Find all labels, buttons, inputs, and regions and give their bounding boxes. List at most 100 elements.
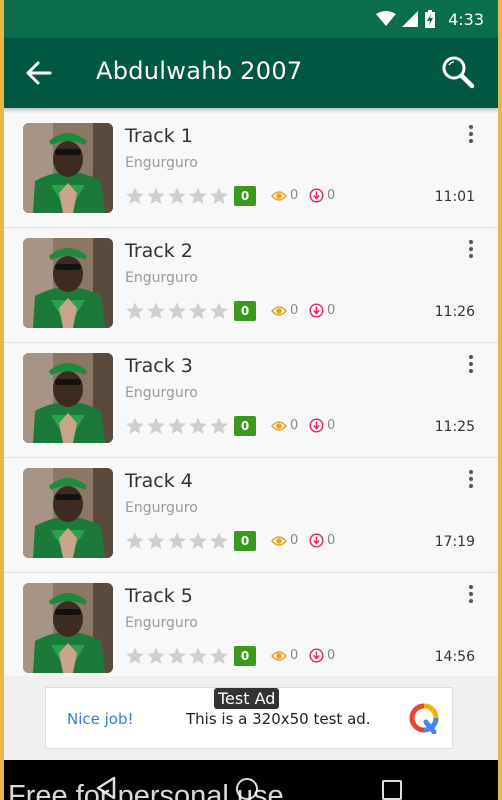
star-icon[interactable] (125, 186, 145, 206)
star-icon[interactable] (209, 416, 229, 436)
album-art (23, 353, 113, 443)
track-row[interactable]: Track 1 Engurguro 0 0 0 11:01 (4, 113, 498, 228)
star-icon[interactable] (146, 186, 166, 206)
star-rating[interactable] (125, 186, 229, 206)
star-icon[interactable] (146, 531, 166, 551)
status-bar: 4:33 (4, 0, 498, 38)
track-duration: 17:19 (434, 534, 475, 550)
nav-recents-icon[interactable] (382, 780, 402, 800)
track-list: Track 1 Engurguro 0 0 0 11:01 Track 2 En… (4, 113, 498, 688)
ad-tag: Test Ad (214, 688, 280, 709)
dot (469, 254, 473, 258)
ad-headline[interactable]: Nice job! (67, 710, 134, 728)
star-icon[interactable] (209, 301, 229, 321)
dot (469, 599, 473, 603)
dot (469, 132, 473, 136)
dot (469, 139, 473, 143)
views-count: 0 (271, 188, 298, 203)
track-row[interactable]: Track 4 Engurguro 0 0 0 17:19 (4, 458, 498, 573)
track-row[interactable]: Track 5 Engurguro 0 0 0 14:56 (4, 573, 498, 688)
rating-badge: 0 (234, 301, 256, 321)
download-icon (309, 648, 324, 663)
views-value: 0 (290, 188, 299, 203)
downloads-value: 0 (327, 648, 336, 663)
star-icon[interactable] (188, 531, 208, 551)
rating-badge: 0 (234, 646, 256, 666)
rating-badge: 0 (234, 531, 256, 551)
star-icon[interactable] (188, 646, 208, 666)
star-icon[interactable] (167, 186, 187, 206)
views-value: 0 (290, 648, 299, 663)
star-icon[interactable] (146, 646, 166, 666)
track-artist: Engurguro (125, 270, 198, 286)
views-count: 0 (271, 303, 298, 318)
star-icon[interactable] (209, 531, 229, 551)
vertical-dots-icon (469, 125, 473, 129)
star-icon[interactable] (146, 301, 166, 321)
star-icon[interactable] (167, 416, 187, 436)
app-bar: Abdulwahb 2007 (4, 38, 498, 108)
eye-icon (271, 420, 287, 431)
star-icon[interactable] (125, 416, 145, 436)
star-icon[interactable] (209, 646, 229, 666)
star-rating[interactable] (125, 646, 229, 666)
search-button[interactable] (440, 54, 476, 90)
track-title: Track 3 (125, 355, 193, 377)
vertical-dots-icon (469, 470, 473, 474)
vertical-dots-icon (469, 355, 473, 359)
dot (469, 247, 473, 251)
track-row[interactable]: Track 2 Engurguro 0 0 0 11:26 (4, 228, 498, 343)
ad-banner-area: Test Ad Nice job! This is a 320x50 test … (4, 676, 498, 760)
more-options-button[interactable] (466, 468, 476, 490)
star-icon[interactable] (167, 531, 187, 551)
more-options-button[interactable] (466, 238, 476, 260)
views-count: 0 (271, 533, 298, 548)
back-button[interactable] (24, 58, 54, 88)
star-icon[interactable] (188, 301, 208, 321)
star-icon[interactable] (146, 416, 166, 436)
more-options-button[interactable] (466, 583, 476, 605)
downloads-value: 0 (327, 188, 336, 203)
track-duration: 14:56 (434, 649, 475, 665)
views-value: 0 (290, 303, 299, 318)
ad-body-text: This is a 320x50 test ad. (186, 710, 371, 728)
arrow-left-icon (26, 61, 52, 85)
track-duration: 11:25 (434, 419, 475, 435)
star-icon[interactable] (167, 646, 187, 666)
dot (469, 477, 473, 481)
track-title: Track 2 (125, 240, 193, 262)
download-icon (309, 188, 324, 203)
star-icon[interactable] (188, 186, 208, 206)
album-art-image (23, 238, 113, 328)
status-time: 4:33 (448, 9, 484, 29)
dot (469, 592, 473, 596)
download-icon (309, 418, 324, 433)
downloads-count: 0 (309, 418, 335, 433)
track-artist: Engurguro (125, 615, 198, 631)
downloads-count: 0 (309, 303, 335, 318)
star-icon[interactable] (167, 301, 187, 321)
app-screen: 4:33 Abdulwahb 2007 Track 1 Engurguro 0 … (4, 0, 498, 800)
more-options-button[interactable] (466, 353, 476, 375)
star-rating[interactable] (125, 416, 229, 436)
star-rating[interactable] (125, 531, 229, 551)
star-icon[interactable] (188, 416, 208, 436)
track-title: Track 4 (125, 470, 193, 492)
more-options-button[interactable] (466, 123, 476, 145)
views-value: 0 (290, 533, 299, 548)
download-icon (309, 303, 324, 318)
star-icon[interactable] (125, 646, 145, 666)
dot (469, 369, 473, 373)
views-value: 0 (290, 418, 299, 433)
track-duration: 11:26 (434, 304, 475, 320)
eye-icon (271, 190, 287, 201)
rating-badge: 0 (234, 416, 256, 436)
star-icon[interactable] (125, 301, 145, 321)
track-row[interactable]: Track 3 Engurguro 0 0 0 11:25 (4, 343, 498, 458)
album-art-image (23, 353, 113, 443)
vertical-dots-icon (469, 585, 473, 589)
star-icon[interactable] (125, 531, 145, 551)
star-rating[interactable] (125, 301, 229, 321)
star-icon[interactable] (209, 186, 229, 206)
dot (469, 484, 473, 488)
